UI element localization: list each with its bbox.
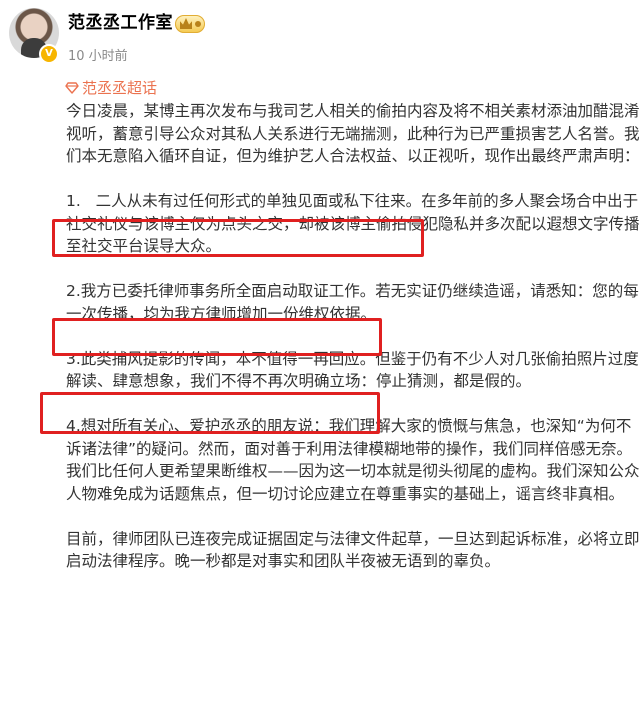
- topic-link[interactable]: 范丞丞超话: [65, 78, 157, 98]
- topic-label: 范丞丞超话: [82, 79, 158, 97]
- post-header: V 范丞丞工作室 10 小时前: [0, 0, 640, 72]
- crown-icon: [180, 18, 192, 29]
- highlight-box-point-2: [52, 318, 382, 356]
- badge-dot-icon: [195, 21, 201, 27]
- crown-badge-icon[interactable]: [175, 15, 205, 33]
- paragraph-intro: 今日凌晨，某博主再次发布与我司艺人相关的偷拍内容及将不相关素材添油加醋混淆视听，…: [66, 102, 640, 165]
- author-name[interactable]: 范丞丞工作室: [68, 12, 173, 34]
- diamond-topic-icon: [65, 81, 79, 95]
- paragraph-conclusion: 目前，律师团队已连夜完成证据固定与法律文件起草，一旦达到起诉标准，必将立即启动法…: [66, 529, 640, 571]
- highlight-box-point-3: [40, 392, 380, 434]
- verified-v-icon: V: [39, 44, 59, 64]
- highlight-box-point-1: [52, 219, 424, 257]
- post-time[interactable]: 10 小时前: [68, 48, 128, 66]
